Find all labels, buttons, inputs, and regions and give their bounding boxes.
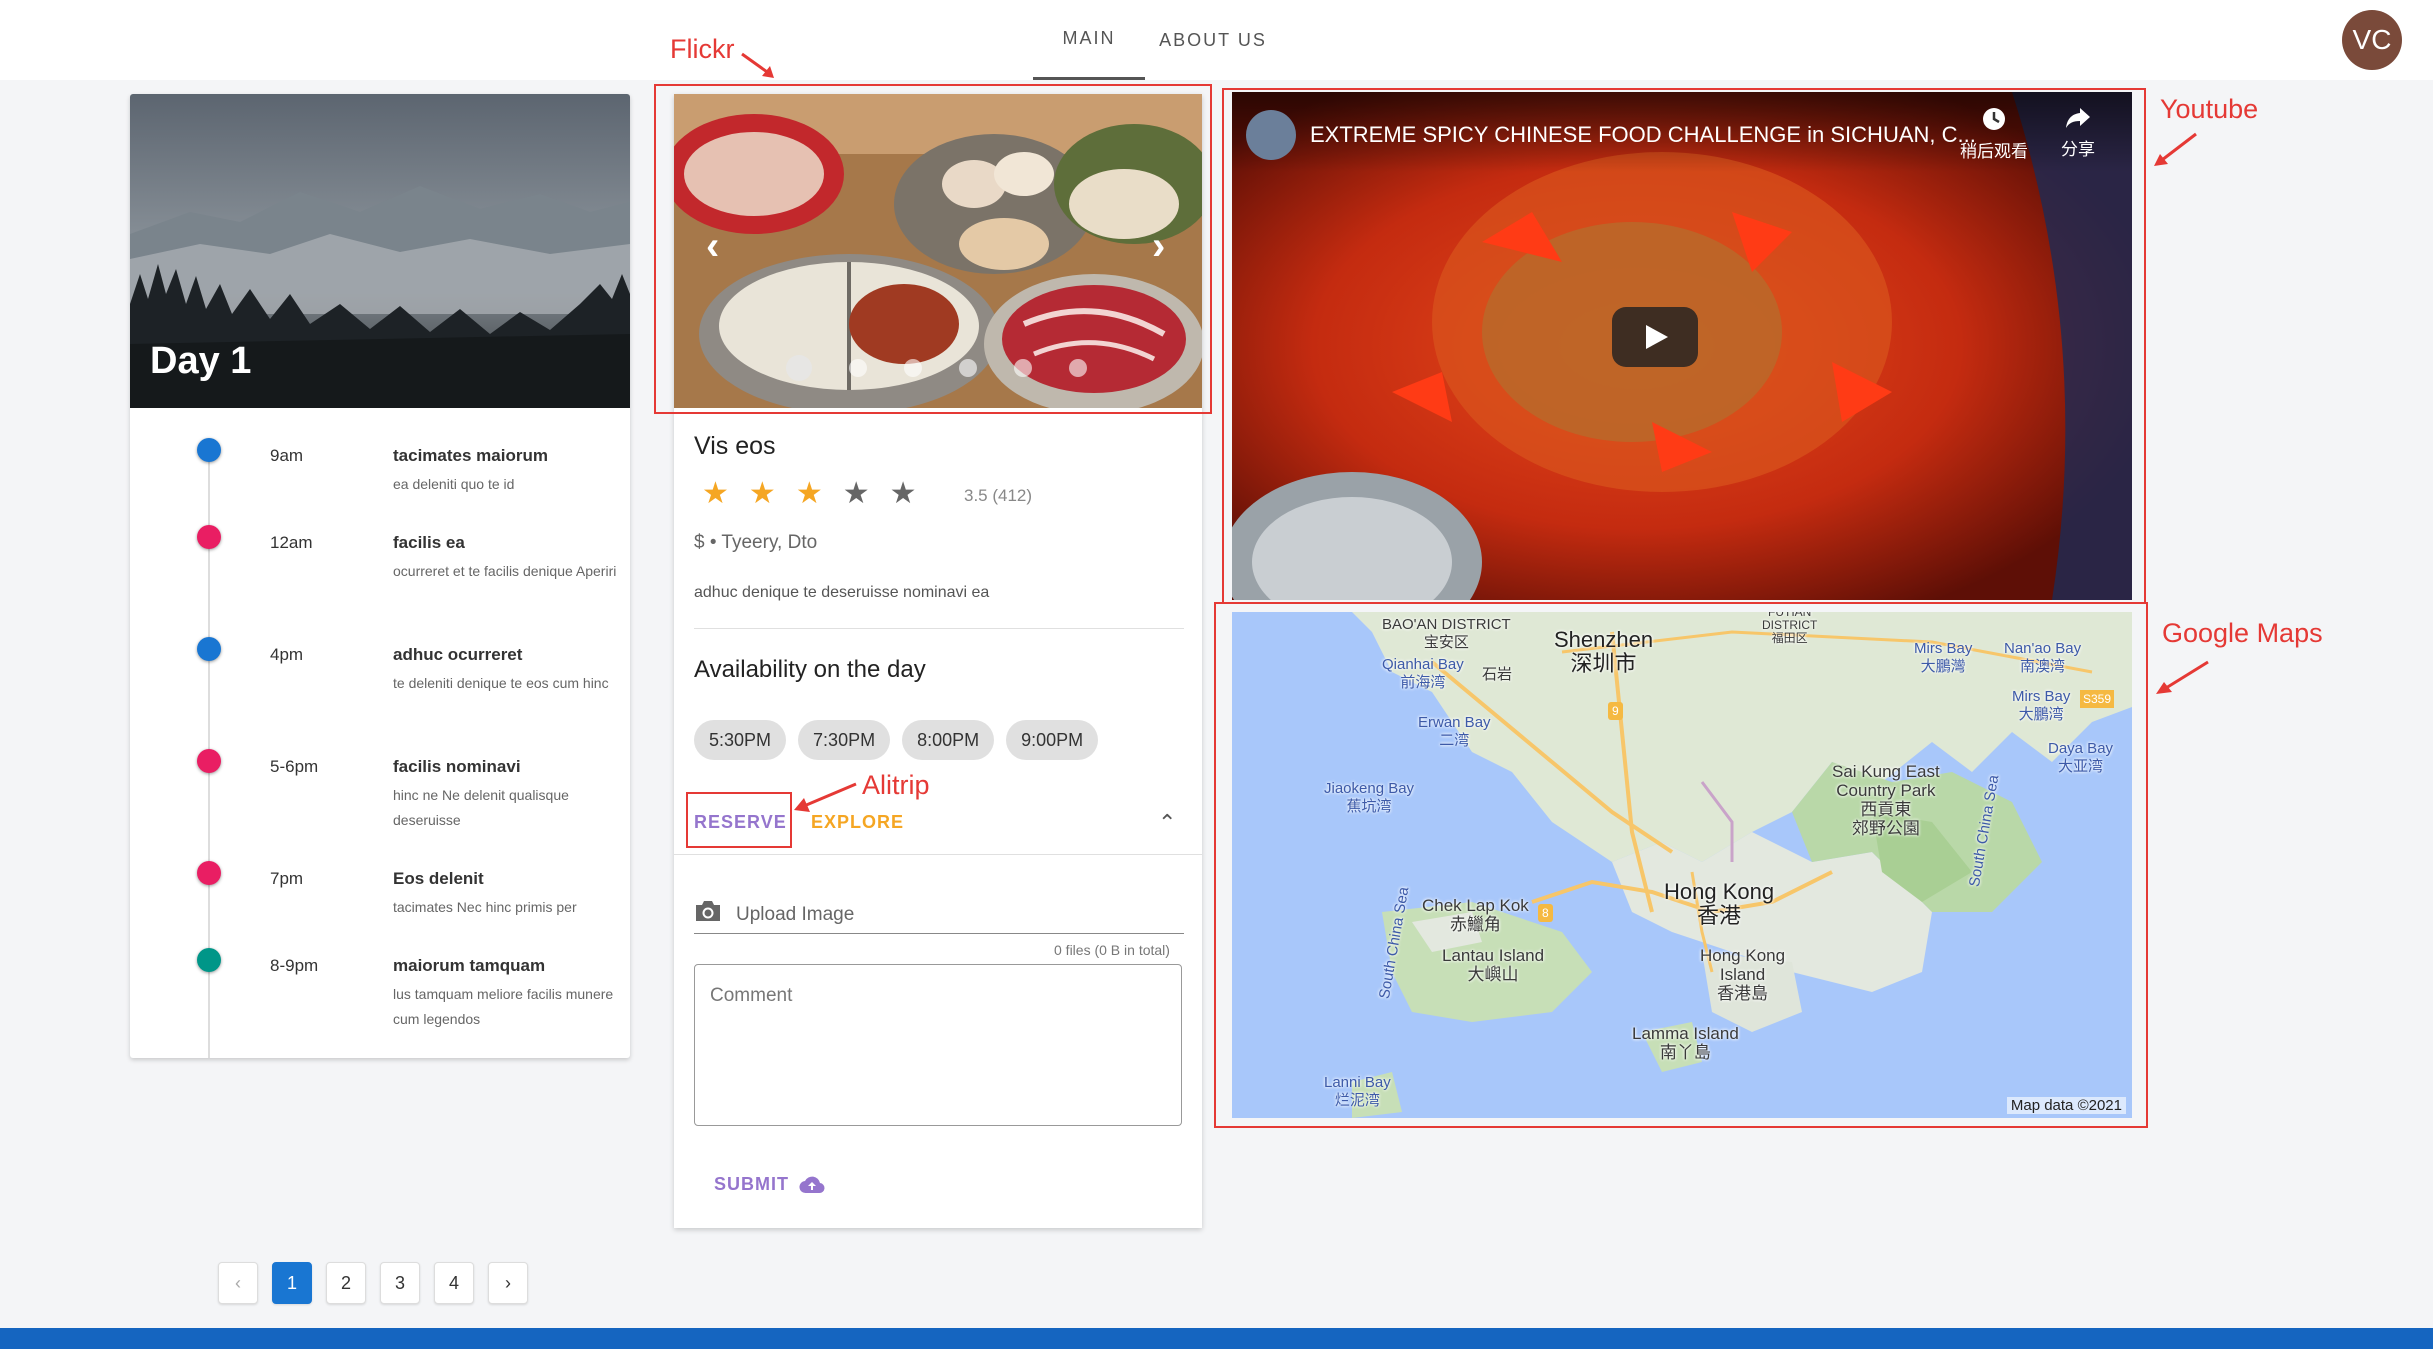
timeline-time: 4pm [270, 645, 304, 664]
google-maps-arrow-icon [2156, 660, 2209, 694]
page-button-1[interactable]: 1 [272, 1262, 312, 1304]
alitrip-annotation-box [686, 792, 792, 848]
timeline-title: facilis ea [393, 533, 465, 552]
divider [694, 628, 1184, 629]
youtube-arrow-icon [2154, 132, 2197, 166]
timeline-title: maiorum tamquam [393, 956, 546, 975]
star-icon: ★ [842, 477, 870, 510]
day-hero-image: Day 1 [130, 94, 630, 408]
youtube-annotation-box [1222, 88, 2146, 604]
timeline-desc: tacimates Nec hinc primis per [393, 899, 577, 915]
flickr-annotation-label: Flickr [670, 34, 735, 64]
timeline-desc: hinc ne Ne delenit qualisque deseruisse [393, 787, 569, 828]
day-title: Day 1 [150, 340, 252, 382]
page-button-4[interactable]: 4 [434, 1262, 474, 1304]
camera-icon [696, 901, 720, 921]
tab-main[interactable]: MAIN [1033, 0, 1145, 80]
price-location: $ • Tyeery, Dto [694, 532, 818, 553]
rating-stars: ★ ★ ★ ★ ★ [702, 476, 917, 511]
star-icon: ★ [748, 477, 776, 510]
timeline-dot [197, 637, 221, 661]
page-button-3[interactable]: 3 [380, 1262, 420, 1304]
google-maps-annotation-box [1214, 602, 2148, 1128]
alitrip-arrow-icon [794, 782, 857, 812]
pagination-prev-button[interactable]: ‹ [218, 1262, 258, 1304]
timeline-title: facilis nominavi [393, 757, 521, 776]
timeline-dot [197, 525, 221, 549]
time-chip[interactable]: 9:00PM [1006, 720, 1099, 760]
flickr-annotation-box [654, 84, 1212, 414]
timeline-desc: lus tamquam meliore facilis munere cum l… [393, 986, 614, 1027]
time-chip[interactable]: 8:00PM [902, 720, 995, 760]
pagination: ‹ 1 2 3 4 › [218, 1262, 528, 1304]
timeline-desc: te deleniti denique te eos cum hinc [393, 675, 609, 691]
bottom-bar [0, 1328, 2433, 1349]
timeline-dot [197, 438, 221, 462]
time-chips: 5:30PM 7:30PM 8:00PM 9:00PM [694, 720, 1099, 760]
timeline-dot [197, 861, 221, 885]
upload-image-field[interactable]: Upload Image [694, 896, 1184, 934]
availability-title: Availability on the day [694, 656, 926, 683]
timeline-title: adhuc ocurreret [393, 645, 523, 664]
comment-label: Comment [710, 985, 793, 1006]
flickr-arrow-icon [741, 52, 774, 78]
timeline-time: 5-6pm [270, 757, 319, 776]
google-maps-annotation-label: Google Maps [2162, 618, 2323, 648]
pagination-next-button[interactable]: › [488, 1262, 528, 1304]
venue-title: Vis eos [694, 432, 776, 460]
files-count: 0 files (0 B in total) [1054, 942, 1170, 958]
timeline-time: 12am [270, 533, 313, 552]
timeline-dot [197, 749, 221, 773]
tab-about-us[interactable]: ABOUT US [1155, 0, 1271, 80]
timeline-time: 9am [270, 446, 304, 465]
timeline-dot [197, 948, 221, 972]
timeline-time: 8-9pm [270, 956, 319, 975]
submit-label: SUBMIT [714, 1174, 789, 1194]
timeline-title: Eos delenit [393, 869, 484, 888]
cloud-upload-icon [799, 1176, 825, 1193]
youtube-annotation-label: Youtube [2160, 94, 2259, 124]
submit-button[interactable]: SUBMIT [714, 1174, 825, 1195]
page-button-2[interactable]: 2 [326, 1262, 366, 1304]
venue-description: adhuc denique te deseruisse nominavi ea [694, 584, 990, 601]
top-app-bar: MAIN ABOUT US VC [0, 0, 2433, 80]
star-icon: ★ [795, 477, 823, 510]
alitrip-annotation-label: Alitrip [862, 770, 930, 800]
rating-text: 3.5 (412) [964, 486, 1033, 505]
divider [674, 854, 1202, 855]
star-icon: ★ [889, 477, 917, 510]
star-icon: ★ [702, 477, 729, 510]
avatar[interactable]: VC [2342, 10, 2402, 70]
comment-field[interactable]: Comment [694, 964, 1182, 1126]
upload-label: Upload Image [736, 904, 855, 925]
timeline-desc: ea deleniti quo te id [393, 476, 515, 492]
timeline-title: tacimates maiorum [393, 446, 548, 465]
timeline-desc: ocurreret et te facilis denique Aperiri [393, 563, 617, 579]
day-card: Day 1 9am tacimates maiorum ea deleniti … [130, 94, 630, 1058]
chevron-up-icon[interactable]: ⌃ [1158, 810, 1176, 836]
time-chip[interactable]: 5:30PM [694, 720, 787, 760]
time-chip[interactable]: 7:30PM [798, 720, 891, 760]
timeline-time: 7pm [270, 869, 304, 888]
